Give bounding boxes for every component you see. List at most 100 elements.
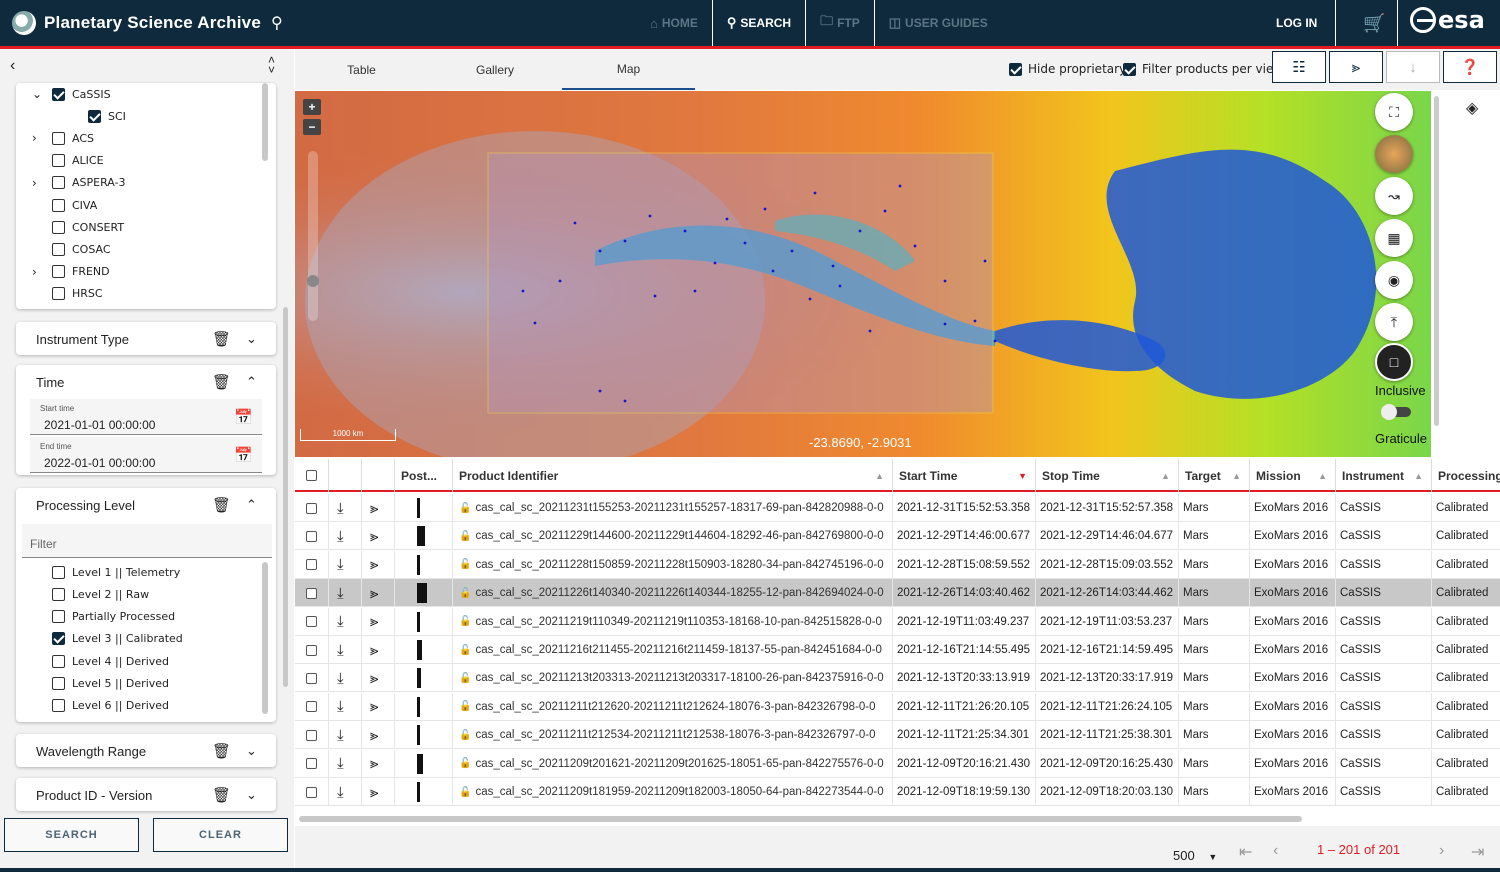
product-footprint-dot[interactable]: [693, 289, 697, 293]
chevron-right-icon[interactable]: ›: [32, 265, 37, 279]
trash-icon[interactable]: 🗑: [212, 786, 231, 804]
processing-level-checkbox[interactable]: [52, 677, 65, 690]
table-row[interactable]: ⤓ ⪢ 🔓 cas_cal_sc_20211213t203313-20211213t2…: [295, 664, 1500, 693]
clear-button[interactable]: CLEAR: [153, 818, 288, 852]
column-processing[interactable]: Processing: [1431, 459, 1500, 492]
column-postcard[interactable]: Post...: [394, 459, 452, 492]
tree-scrollbar[interactable]: [262, 83, 268, 161]
trash-icon[interactable]: 🗑: [212, 373, 231, 391]
tree-item-checkbox[interactable]: [52, 176, 65, 190]
share-icon[interactable]: ⪢: [370, 556, 378, 573]
processing-level-item[interactable]: Level 1 || Telemetry: [52, 562, 180, 582]
zoom-out-button[interactable]: −: [303, 119, 321, 135]
product-footprint-dot[interactable]: [725, 217, 729, 221]
tree-item-checkbox[interactable]: [52, 198, 65, 212]
table-row[interactable]: ⤓ ⪢ 🔓 cas_cal_sc_20211209t181959-20211209t1…: [295, 778, 1500, 806]
cart-icon[interactable]: 🛒: [1352, 0, 1398, 46]
chevron-down-icon[interactable]: ⌄: [246, 743, 257, 759]
chevron-right-icon[interactable]: ›: [32, 131, 37, 145]
basemap-button[interactable]: [1375, 135, 1413, 173]
product-footprint-dot[interactable]: [623, 239, 627, 243]
download-icon[interactable]: ⤓: [337, 670, 344, 687]
search-icon[interactable]: ⚲: [271, 13, 283, 33]
table-row[interactable]: ⤓ ⪢ 🔓 cas_cal_sc_20211226t140340-20211226t1…: [295, 579, 1500, 608]
end-time-field[interactable]: End time 2022-01-01 00:00:00 📅: [30, 437, 262, 473]
product-footprint-dot[interactable]: [653, 294, 657, 298]
product-identifier-link[interactable]: cas_cal_sc_20211216t211455-20211216t2114…: [475, 644, 881, 656]
processing-level-item[interactable]: Partially Processed: [52, 607, 175, 627]
column-instrument[interactable]: Instrument ▲: [1335, 459, 1431, 492]
postcard-thumbnail[interactable]: [417, 554, 420, 575]
tree-item[interactable]: CONSERT: [52, 217, 124, 237]
table-row[interactable]: ⤓ ⪢ 🔓 cas_cal_sc_20211231t155253-20211231t1…: [295, 494, 1500, 522]
download-icon[interactable]: ⤓: [337, 642, 344, 659]
hide-proprietary-option[interactable]: Hide proprietary: [1009, 62, 1126, 76]
product-identifier-link[interactable]: cas_cal_sc_20211219t110349-20211219t1103…: [475, 616, 881, 628]
row-checkbox[interactable]: [306, 786, 317, 798]
tree-item[interactable]: ALICE: [52, 151, 104, 171]
product-footprint-dot[interactable]: [813, 191, 817, 195]
product-id-filter[interactable]: Product ID - Version 🗑 ⌄: [16, 778, 276, 811]
postcard-thumbnail[interactable]: [417, 498, 420, 518]
postcard-thumbnail[interactable]: [417, 753, 423, 774]
share-icon[interactable]: ⪢: [370, 670, 378, 687]
product-identifier-link[interactable]: cas_cal_sc_20211211t212620-20211211t2126…: [475, 701, 875, 713]
tab-table[interactable]: Table: [295, 49, 428, 90]
download-icon[interactable]: ⤓: [337, 556, 344, 573]
esa-logo[interactable]: esa: [1410, 6, 1485, 34]
tree-item[interactable]: ⌄ CaSSIS: [32, 84, 111, 104]
reorder-icon[interactable]: ˄ ˅: [268, 54, 275, 76]
filter-per-view-option[interactable]: Filter products per view: [1123, 62, 1283, 76]
column-start-time[interactable]: Start Time ▼: [892, 459, 1035, 492]
postcard-thumbnail[interactable]: [417, 640, 422, 660]
table-row[interactable]: ⤓ ⪢ 🔓 cas_cal_sc_20211211t212534-20211211t2…: [295, 721, 1500, 750]
product-footprint-dot[interactable]: [521, 289, 525, 293]
tree-item-checkbox[interactable]: [52, 220, 65, 234]
chevron-down-icon[interactable]: ⌄: [246, 331, 257, 347]
nav-user-guides[interactable]: ◫ USER GUIDES: [875, 0, 1002, 46]
product-footprint-dot[interactable]: [573, 221, 577, 225]
share-icon[interactable]: ⪢: [370, 698, 378, 715]
product-footprint-dot[interactable]: [943, 322, 947, 326]
product-identifier-link[interactable]: cas_cal_sc_20211226t140340-20211226t1403…: [475, 587, 883, 599]
processing-level-item[interactable]: Level 6 || Derived: [52, 696, 169, 716]
column-target[interactable]: Target ▲: [1178, 459, 1249, 492]
zoom-slider-handle[interactable]: [307, 275, 319, 287]
sort-arrow-icon[interactable]: ▲: [1318, 471, 1327, 481]
row-checkbox[interactable]: [306, 729, 317, 741]
processing-level-item[interactable]: Level 4 || Derived: [52, 651, 169, 671]
tree-item-checkbox[interactable]: [52, 87, 65, 101]
postcard-thumbnail[interactable]: [417, 782, 420, 802]
processing-level-checkbox[interactable]: [52, 632, 65, 646]
download-icon[interactable]: ⤓: [337, 528, 344, 545]
recenter-button[interactable]: ◉: [1375, 261, 1413, 299]
row-checkbox[interactable]: [306, 672, 317, 684]
row-checkbox[interactable]: [306, 701, 317, 713]
share-icon[interactable]: ⪢: [370, 613, 378, 630]
share-icon[interactable]: ⪢: [370, 585, 378, 602]
product-footprint-dot[interactable]: [983, 259, 987, 263]
select-all-checkbox[interactable]: [306, 470, 317, 481]
instrument-type-header[interactable]: Instrument Type 🗑 ⌄: [16, 322, 276, 356]
product-footprint-dot[interactable]: [943, 279, 947, 283]
zoom-in-button[interactable]: +: [303, 99, 321, 115]
help-button[interactable]: ❓: [1443, 51, 1497, 83]
share-icon[interactable]: ⪢: [370, 528, 378, 545]
product-identifier-link[interactable]: cas_cal_sc_20211211t212534-20211211t2125…: [475, 729, 875, 741]
sort-desc-icon[interactable]: ▼: [1018, 471, 1027, 481]
tree-item-checkbox[interactable]: [52, 287, 65, 301]
login-link[interactable]: LOG IN: [1276, 0, 1337, 46]
product-footprint-dot[interactable]: [558, 279, 562, 283]
product-footprint-dot[interactable]: [743, 241, 747, 245]
product-footprint-dot[interactable]: [808, 297, 812, 301]
product-footprint-dot[interactable]: [713, 261, 717, 265]
share-icon[interactable]: ⪢: [370, 755, 378, 772]
tree-item[interactable]: SCI: [88, 106, 126, 126]
start-time-field[interactable]: Start time 2021-01-01 00:00:00 📅: [30, 399, 262, 435]
row-checkbox[interactable]: [306, 616, 317, 628]
layers-icon[interactable]: ◈: [1466, 98, 1478, 118]
product-footprint-dot[interactable]: [883, 209, 887, 213]
chevron-up-icon[interactable]: ⌃: [246, 497, 257, 513]
row-checkbox[interactable]: [306, 559, 317, 571]
columns-button[interactable]: ☷: [1272, 51, 1326, 83]
